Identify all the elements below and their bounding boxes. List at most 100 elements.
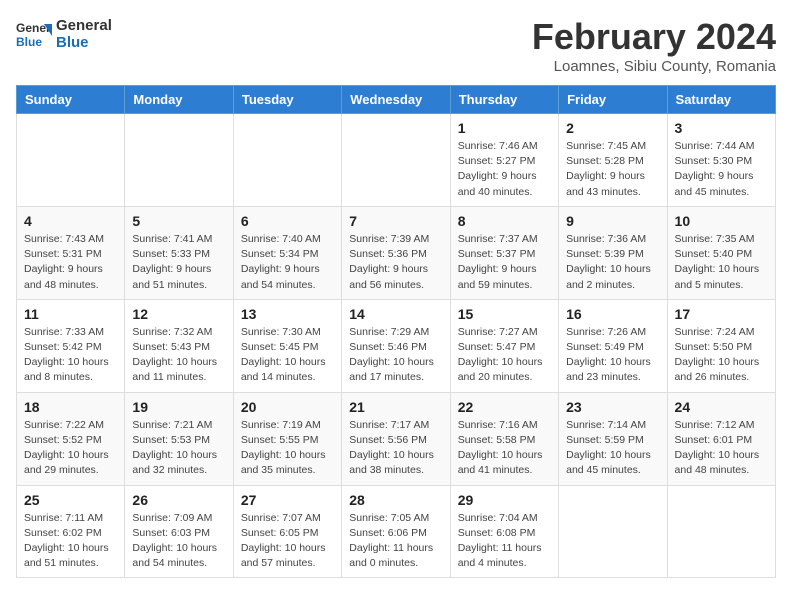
day-info: Sunrise: 7:29 AM Sunset: 5:46 PM Dayligh… <box>349 325 442 386</box>
calendar-cell: 29Sunrise: 7:04 AM Sunset: 6:08 PM Dayli… <box>450 485 558 578</box>
day-info: Sunrise: 7:07 AM Sunset: 6:05 PM Dayligh… <box>241 511 334 572</box>
day-number: 26 <box>132 492 225 508</box>
logo-general: General <box>56 17 112 34</box>
day-info: Sunrise: 7:43 AM Sunset: 5:31 PM Dayligh… <box>24 232 117 293</box>
calendar-cell: 22Sunrise: 7:16 AM Sunset: 5:58 PM Dayli… <box>450 392 558 485</box>
day-number: 24 <box>675 399 768 415</box>
month-title: February 2024 <box>532 16 776 58</box>
header-row: SundayMondayTuesdayWednesdayThursdayFrid… <box>17 86 776 114</box>
calendar-cell: 20 Sunrise: 7:19 AM Sunset: 5:55 PM Dayli… <box>233 392 341 485</box>
header-cell-monday: Monday <box>125 86 233 114</box>
day-number: 25 <box>24 492 117 508</box>
day-number: 9 <box>566 213 659 229</box>
calendar-cell: 1 Sunrise: 7:46 AM Sunset: 5:27 PM Daylig… <box>450 114 558 207</box>
day-number: 10 <box>675 213 768 229</box>
day-info: Sunrise: 7:05 AM Sunset: 6:06 PM Dayligh… <box>349 511 442 572</box>
day-info: Sunrise: 7:17 AM Sunset: 5:56 PM Dayligh… <box>349 418 442 479</box>
day-info: Sunrise: 7:27 AM Sunset: 5:47 PM Dayligh… <box>458 325 551 386</box>
day-number: 21 <box>349 399 442 415</box>
day-number: 27 <box>241 492 334 508</box>
day-number: 13 <box>241 306 334 322</box>
day-number: 16 <box>566 306 659 322</box>
day-info: Sunrise: 7:24 AM Sunset: 5:50 PM Dayligh… <box>675 325 768 386</box>
calendar-cell <box>17 114 125 207</box>
day-info: Sunrise: 7:32 AM Sunset: 5:43 PM Dayligh… <box>132 325 225 386</box>
day-info: Sunrise: 7:30 AM Sunset: 5:45 PM Dayligh… <box>241 325 334 386</box>
day-number: 3 <box>675 120 768 136</box>
calendar-cell: 7 Sunrise: 7:39 AM Sunset: 5:36 PM Daylig… <box>342 206 450 299</box>
day-number: 1 <box>458 120 551 136</box>
calendar-cell: 2 Sunrise: 7:45 AM Sunset: 5:28 PM Daylig… <box>559 114 667 207</box>
header-cell-wednesday: Wednesday <box>342 86 450 114</box>
day-number: 29 <box>458 492 551 508</box>
day-number: 19 <box>132 399 225 415</box>
day-number: 11 <box>24 306 117 322</box>
day-info: Sunrise: 7:39 AM Sunset: 5:36 PM Dayligh… <box>349 232 442 293</box>
day-number: 18 <box>24 399 117 415</box>
day-info: Sunrise: 7:36 AM Sunset: 5:39 PM Dayligh… <box>566 232 659 293</box>
calendar-row: 1 Sunrise: 7:46 AM Sunset: 5:27 PM Daylig… <box>17 114 776 207</box>
day-info: Sunrise: 7:16 AM Sunset: 5:58 PM Dayligh… <box>458 418 551 479</box>
day-info: Sunrise: 7:19 AM Sunset: 5:55 PM Dayligh… <box>241 418 334 479</box>
day-number: 20 <box>241 399 334 415</box>
calendar-cell: 3 Sunrise: 7:44 AM Sunset: 5:30 PM Daylig… <box>667 114 775 207</box>
calendar-cell: 17 Sunrise: 7:24 AM Sunset: 5:50 PM Dayli… <box>667 299 775 392</box>
day-info: Sunrise: 7:22 AM Sunset: 5:52 PM Dayligh… <box>24 418 117 479</box>
header-cell-saturday: Saturday <box>667 86 775 114</box>
calendar-cell: 19 Sunrise: 7:21 AM Sunset: 5:53 PM Dayli… <box>125 392 233 485</box>
logo-blue: Blue <box>56 34 112 51</box>
calendar-cell: 6 Sunrise: 7:40 AM Sunset: 5:34 PM Daylig… <box>233 206 341 299</box>
title-block: February 2024 Loamnes, Sibiu County, Rom… <box>532 16 776 75</box>
calendar-cell: 25 Sunrise: 7:11 AM Sunset: 6:02 PM Dayli… <box>17 485 125 578</box>
day-info: Sunrise: 7:37 AM Sunset: 5:37 PM Dayligh… <box>458 232 551 293</box>
calendar-body: 1 Sunrise: 7:46 AM Sunset: 5:27 PM Daylig… <box>17 114 776 578</box>
logo: General Blue General Blue <box>16 16 112 52</box>
svg-text:General: General <box>16 21 52 35</box>
day-info: Sunrise: 7:35 AM Sunset: 5:40 PM Dayligh… <box>675 232 768 293</box>
header-cell-friday: Friday <box>559 86 667 114</box>
calendar-cell: 18 Sunrise: 7:22 AM Sunset: 5:52 PM Dayli… <box>17 392 125 485</box>
calendar-cell: 14 Sunrise: 7:29 AM Sunset: 5:46 PM Dayli… <box>342 299 450 392</box>
calendar-cell: 8 Sunrise: 7:37 AM Sunset: 5:37 PM Daylig… <box>450 206 558 299</box>
calendar-cell: 12 Sunrise: 7:32 AM Sunset: 5:43 PM Dayli… <box>125 299 233 392</box>
day-number: 4 <box>24 213 117 229</box>
header-cell-thursday: Thursday <box>450 86 558 114</box>
logo-icon: General Blue <box>16 16 52 52</box>
calendar-cell: 5 Sunrise: 7:41 AM Sunset: 5:33 PM Daylig… <box>125 206 233 299</box>
day-info: Sunrise: 7:41 AM Sunset: 5:33 PM Dayligh… <box>132 232 225 293</box>
day-info: Sunrise: 7:46 AM Sunset: 5:27 PM Dayligh… <box>458 139 551 200</box>
header-cell-sunday: Sunday <box>17 86 125 114</box>
calendar-cell: 10 Sunrise: 7:35 AM Sunset: 5:40 PM Dayli… <box>667 206 775 299</box>
day-info: Sunrise: 7:33 AM Sunset: 5:42 PM Dayligh… <box>24 325 117 386</box>
day-number: 2 <box>566 120 659 136</box>
day-number: 5 <box>132 213 225 229</box>
calendar-table: SundayMondayTuesdayWednesdayThursdayFrid… <box>16 85 776 578</box>
day-number: 28 <box>349 492 442 508</box>
calendar-header: SundayMondayTuesdayWednesdayThursdayFrid… <box>17 86 776 114</box>
location-subtitle: Loamnes, Sibiu County, Romania <box>532 58 776 75</box>
calendar-cell <box>559 485 667 578</box>
day-info: Sunrise: 7:21 AM Sunset: 5:53 PM Dayligh… <box>132 418 225 479</box>
day-info: Sunrise: 7:44 AM Sunset: 5:30 PM Dayligh… <box>675 139 768 200</box>
calendar-cell: 16Sunrise: 7:26 AM Sunset: 5:49 PM Dayli… <box>559 299 667 392</box>
day-info: Sunrise: 7:11 AM Sunset: 6:02 PM Dayligh… <box>24 511 117 572</box>
calendar-cell: 15 Sunrise: 7:27 AM Sunset: 5:47 PM Dayli… <box>450 299 558 392</box>
calendar-row: 4 Sunrise: 7:43 AM Sunset: 5:31 PM Daylig… <box>17 206 776 299</box>
calendar-cell <box>233 114 341 207</box>
calendar-cell: 21 Sunrise: 7:17 AM Sunset: 5:56 PM Dayli… <box>342 392 450 485</box>
day-number: 8 <box>458 213 551 229</box>
calendar-cell: 24Sunrise: 7:12 AM Sunset: 6:01 PM Dayli… <box>667 392 775 485</box>
calendar-cell: 4 Sunrise: 7:43 AM Sunset: 5:31 PM Daylig… <box>17 206 125 299</box>
day-info: Sunrise: 7:09 AM Sunset: 6:03 PM Dayligh… <box>132 511 225 572</box>
day-number: 23 <box>566 399 659 415</box>
day-number: 7 <box>349 213 442 229</box>
day-number: 15 <box>458 306 551 322</box>
day-number: 6 <box>241 213 334 229</box>
day-number: 17 <box>675 306 768 322</box>
day-info: Sunrise: 7:45 AM Sunset: 5:28 PM Dayligh… <box>566 139 659 200</box>
calendar-cell: 13 Sunrise: 7:30 AM Sunset: 5:45 PM Dayli… <box>233 299 341 392</box>
calendar-cell: 26 Sunrise: 7:09 AM Sunset: 6:03 PM Dayli… <box>125 485 233 578</box>
day-number: 12 <box>132 306 225 322</box>
day-info: Sunrise: 7:40 AM Sunset: 5:34 PM Dayligh… <box>241 232 334 293</box>
day-number: 14 <box>349 306 442 322</box>
